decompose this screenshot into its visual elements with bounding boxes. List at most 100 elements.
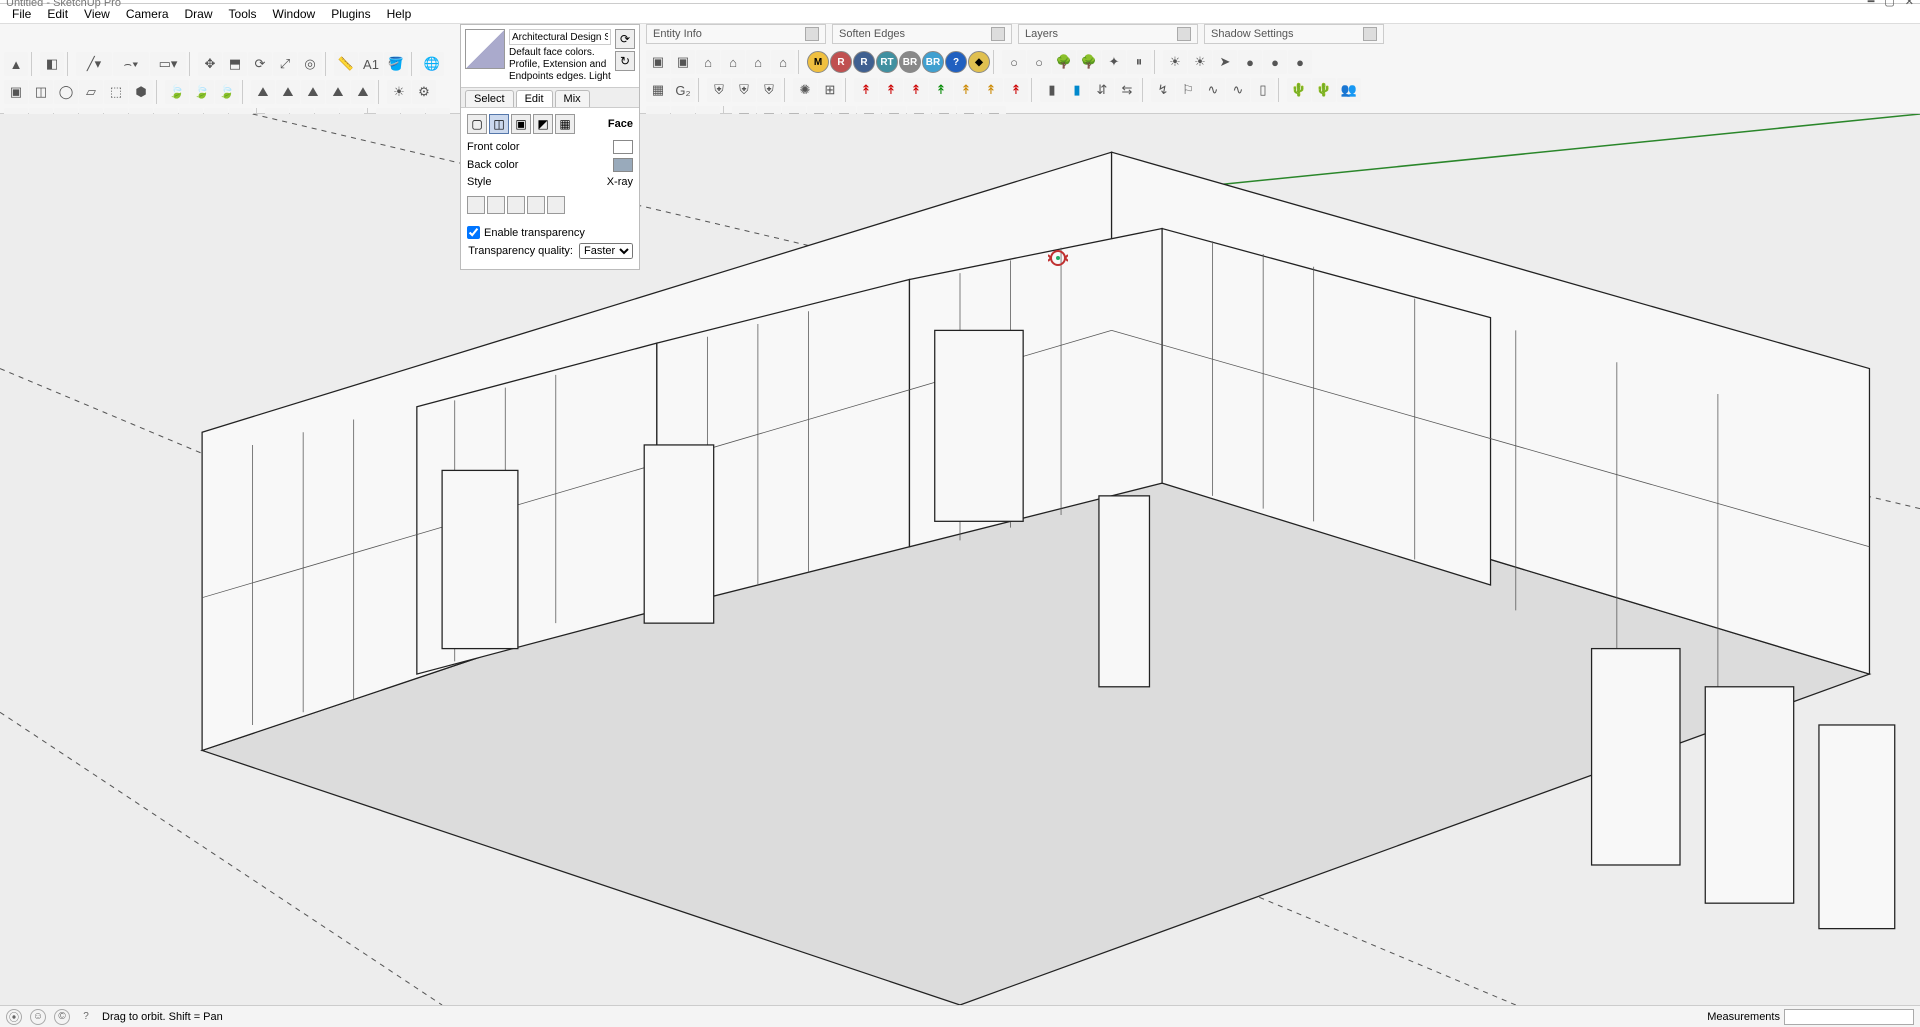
move-tool-icon[interactable]: ✥ <box>198 52 222 76</box>
g2-icon[interactable]: G₂ <box>671 78 695 102</box>
modeling-settings-icon[interactable]: ▦ <box>555 114 575 134</box>
styles-tab-edit[interactable]: Edit <box>516 90 553 107</box>
panel2-icon[interactable]: ▮ <box>1065 78 1089 102</box>
text-tool-icon[interactable]: A1 <box>359 52 383 76</box>
curve2-icon[interactable]: ∿ <box>1226 78 1250 102</box>
sphere-icon[interactable]: ◯ <box>54 80 78 104</box>
ax1-icon[interactable]: ↟ <box>854 78 878 102</box>
transparency-quality-select[interactable]: Faster <box>579 243 633 259</box>
round-br2-icon[interactable]: BR <box>922 51 944 73</box>
ax3-icon[interactable]: ↟ <box>904 78 928 102</box>
panel1-icon[interactable]: ▮ <box>1040 78 1064 102</box>
status-geo-icon[interactable]: ⦿ <box>6 1009 22 1025</box>
tray-soften-header[interactable]: Soften Edges <box>832 24 1012 44</box>
paint-tool-icon[interactable]: 🪣 <box>384 52 408 76</box>
sandbox3-icon[interactable]: ⛰ <box>301 80 325 104</box>
ax5-icon[interactable]: ↟ <box>954 78 978 102</box>
curve1-icon[interactable]: ∿ <box>1201 78 1225 102</box>
people-icon[interactable]: 👥 <box>1337 78 1361 102</box>
tape-tool-icon[interactable]: 📏 <box>334 52 358 76</box>
solid-icon[interactable]: ⬢ <box>129 80 153 104</box>
dot2-icon[interactable]: ● <box>1263 50 1287 74</box>
sandbox2-icon[interactable]: ⛰ <box>276 80 300 104</box>
watermark-settings-icon[interactable]: ◩ <box>533 114 553 134</box>
ax4-icon[interactable]: ↟ <box>929 78 953 102</box>
box-icon[interactable]: ▣ <box>4 80 28 104</box>
round-br-icon[interactable]: BR <box>899 51 921 73</box>
sandbox4-icon[interactable]: ⛰ <box>326 80 350 104</box>
style-name-input[interactable] <box>509 29 611 45</box>
link1-icon[interactable]: ↯ <box>1151 78 1175 102</box>
status-help-icon[interactable]: ? <box>78 1009 94 1025</box>
rotate-tool-icon[interactable]: ⟳ <box>248 52 272 76</box>
cactus2-icon[interactable]: 🌵 <box>1312 78 1336 102</box>
cube-icon[interactable]: ◫ <box>29 80 53 104</box>
close-button[interactable]: ✕ <box>1905 0 1914 8</box>
flag-icon[interactable]: ⚐ <box>1176 78 1200 102</box>
tray-layers-header[interactable]: Layers <box>1018 24 1198 44</box>
shield3-icon[interactable]: ⛨ <box>757 78 781 102</box>
house3-icon[interactable]: ⌂ <box>746 50 770 74</box>
status-person-icon[interactable]: ☺ <box>30 1009 46 1025</box>
viewport-3d[interactable]: .wall{fill:#f8f8f8;stroke:#222;stroke-wi… <box>0 114 1920 1005</box>
round-r1-icon[interactable]: R <box>830 51 852 73</box>
house1-icon[interactable]: ⌂ <box>696 50 720 74</box>
select-tool-icon[interactable]: ▲ <box>4 52 28 76</box>
style-thumbnail-icon[interactable] <box>465 29 505 69</box>
shield2-icon[interactable]: ⛨ <box>732 78 756 102</box>
menu-plugins[interactable]: Plugins <box>323 5 378 23</box>
path-icon[interactable]: ⬚ <box>104 80 128 104</box>
cactus1-icon[interactable]: 🌵 <box>1287 78 1311 102</box>
house4-icon[interactable]: ⌂ <box>771 50 795 74</box>
leaf1-icon[interactable]: 🍃 <box>165 80 189 104</box>
dot1-icon[interactable]: ● <box>1238 50 1262 74</box>
gear-icon[interactable]: ⚙ <box>412 80 436 104</box>
sun3-icon[interactable]: ☀ <box>1188 50 1212 74</box>
back-color-swatch[interactable] <box>613 158 633 172</box>
tray-soften-collapse-icon[interactable] <box>991 27 1005 41</box>
arrows-v-icon[interactable]: ⇵ <box>1090 78 1114 102</box>
styles-tab-mix[interactable]: Mix <box>555 90 590 107</box>
grid-icon[interactable]: ⊞ <box>818 78 842 102</box>
box2-icon[interactable]: ▣ <box>646 50 670 74</box>
face-style-mono-icon[interactable] <box>547 196 565 214</box>
status-credits-icon[interactable]: © <box>54 1009 70 1025</box>
arrows-h-icon[interactable]: ⇆ <box>1115 78 1139 102</box>
offset-tool-icon[interactable]: ◎ <box>298 52 322 76</box>
globe2-icon[interactable]: ○ <box>1027 50 1051 74</box>
line-tool-icon[interactable]: ╱▾ <box>76 52 112 76</box>
round-r2-icon[interactable]: R <box>853 51 875 73</box>
menu-window[interactable]: Window <box>265 5 324 23</box>
globe1-icon[interactable]: ○ <box>1002 50 1026 74</box>
round-m-icon[interactable]: M <box>807 51 829 73</box>
brick-icon[interactable]: ▦ <box>646 78 670 102</box>
sandbox5-icon[interactable]: ⛰ <box>351 80 375 104</box>
arc-tool-icon[interactable]: ⌢▾ <box>113 52 149 76</box>
face-style-textured-icon[interactable] <box>527 196 545 214</box>
face-settings-icon[interactable]: ◫ <box>489 114 509 134</box>
background-settings-icon[interactable]: ▣ <box>511 114 531 134</box>
ax6-icon[interactable]: ↟ <box>979 78 1003 102</box>
tray-layers-collapse-icon[interactable] <box>1177 27 1191 41</box>
maximize-button[interactable]: ▢ <box>1884 0 1894 8</box>
dot3-icon[interactable]: ● <box>1288 50 1312 74</box>
pushpull-tool-icon[interactable]: ⬒ <box>223 52 247 76</box>
tray-shadow-header[interactable]: Shadow Settings <box>1204 24 1384 44</box>
sun-icon[interactable]: ☀ <box>387 80 411 104</box>
menu-help[interactable]: Help <box>379 5 420 23</box>
round-tag-icon[interactable]: ◆ <box>968 51 990 73</box>
orbit-tool-icon[interactable]: 🌐 <box>420 52 444 76</box>
leaf2-icon[interactable]: 🍃 <box>190 80 214 104</box>
house2-icon[interactable]: ⌂ <box>721 50 745 74</box>
menu-draw[interactable]: Draw <box>177 5 221 23</box>
front-color-swatch[interactable] <box>613 140 633 154</box>
style-refresh-icon[interactable]: ↻ <box>615 51 635 71</box>
styles-tab-select[interactable]: Select <box>465 90 514 107</box>
round-help-icon[interactable]: ? <box>945 51 967 73</box>
pause-icon[interactable]: ⏸ <box>1127 50 1151 74</box>
tray-entity-header[interactable]: Entity Info <box>646 24 826 44</box>
tray-shadow-collapse-icon[interactable] <box>1363 27 1377 41</box>
face-style-shaded-icon[interactable] <box>507 196 525 214</box>
measurements-input[interactable] <box>1784 1009 1914 1025</box>
leaf3-icon[interactable]: 🍃 <box>215 80 239 104</box>
